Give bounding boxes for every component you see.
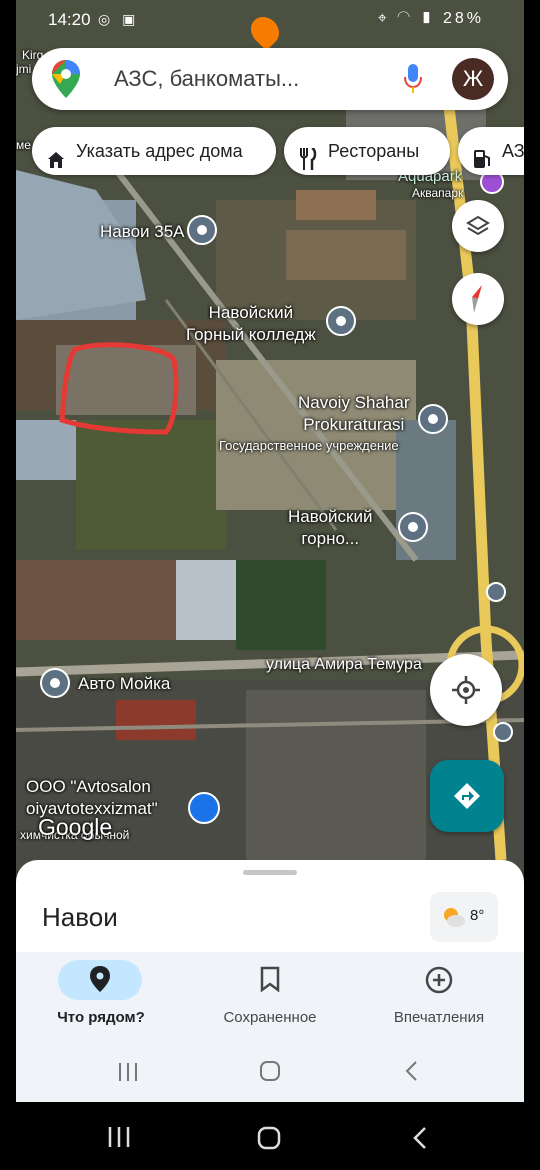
location-pin-icon (90, 966, 110, 997)
tab-label: Сохраненное (223, 1009, 317, 1026)
search-placeholder[interactable]: АЗС, банкоматы... (114, 66, 299, 92)
tab-contribute[interactable]: Впечатления (354, 952, 524, 1042)
government-building-icon[interactable] (418, 404, 448, 434)
recent-apps-icon[interactable] (117, 1062, 139, 1087)
status-time: 14:20 (48, 10, 91, 29)
map-label-me: ме (16, 138, 31, 152)
chip-label: АЗС (502, 141, 524, 161)
tab-saved[interactable]: Сохраненное (185, 952, 355, 1042)
weather-chip[interactable]: 8° (430, 892, 498, 942)
chip-label: Указать адрес дома (76, 141, 243, 161)
compass-icon (466, 283, 490, 320)
notification-icons: ◎ ▣ (98, 11, 140, 27)
directions-button[interactable] (430, 760, 504, 832)
device-navigation-bar (0, 1102, 540, 1170)
chip-gas-stations[interactable]: АЗС (458, 127, 524, 175)
signal-icon: ▮ (420, 10, 436, 27)
place-pin-icon[interactable] (40, 668, 70, 698)
search-bar[interactable]: АЗС, банкоматы... Ж (32, 48, 508, 110)
map-label-gorny-college[interactable]: Навойский Горный колледж (186, 302, 316, 346)
app-screen: Kirg jmi ме Aquapark Аквапарк Навои 35А … (16, 0, 524, 1102)
map-label-gos-uchr: Государственное учреждение (219, 438, 399, 453)
tab-label: Впечатления (393, 1009, 485, 1026)
compass-button[interactable] (452, 273, 504, 325)
map-label-jmi: jmi (16, 62, 32, 76)
my-location-button[interactable] (430, 654, 502, 726)
maps-logo-icon (52, 60, 80, 103)
crosshair-icon (452, 676, 480, 709)
bookmark-icon (260, 966, 280, 997)
place-pin-icon[interactable] (398, 512, 428, 542)
home-nav-icon[interactable] (259, 1060, 281, 1087)
shopping-bag-icon[interactable] (188, 792, 220, 824)
back-icon[interactable] (412, 1126, 428, 1155)
partly-cloudy-icon (442, 906, 466, 933)
bus-stop-icon[interactable] (493, 722, 513, 742)
microphone-icon[interactable] (404, 64, 422, 99)
chip-restaurants[interactable]: Рестораны (284, 127, 450, 175)
place-pin-icon[interactable] (187, 215, 217, 245)
recent-apps-icon[interactable] (107, 1126, 131, 1153)
map-label-street: улица Амира Темура (266, 656, 422, 673)
drag-handle[interactable] (243, 870, 297, 875)
layers-icon (466, 214, 490, 243)
map-label-navoi-35a[interactable]: Навои 35А (100, 222, 185, 242)
wifi-icon: ◠ (397, 10, 413, 27)
inner-system-nav (16, 1042, 524, 1102)
status-bar: 14:20 ◎ ▣ ⌖ ◠ ▮ 28% (16, 8, 524, 32)
avatar[interactable]: Ж (452, 58, 494, 100)
home-nav-icon[interactable] (257, 1126, 281, 1155)
location-icon: ⌖ (377, 10, 390, 27)
bottom-navigation: Что рядом? Сохраненное Впечатления (16, 952, 524, 1042)
layers-button[interactable] (452, 200, 504, 252)
school-icon[interactable] (326, 306, 356, 336)
add-circle-icon (425, 966, 453, 999)
directions-icon (452, 781, 482, 816)
map-label-prokuratura[interactable]: Navoiy Shahar Prokuraturasi (298, 392, 410, 436)
chip-label: Рестораны (328, 141, 420, 161)
temperature: 8° (470, 907, 485, 924)
tab-label: Что рядом? (57, 1009, 145, 1026)
home-icon (46, 140, 66, 175)
chip-home-address[interactable]: Указать адрес дома (32, 127, 276, 175)
place-name: Навои (42, 902, 118, 932)
gas-station-icon (472, 140, 492, 175)
map-label-aquapark-ru: Аквапарк (412, 186, 464, 200)
back-icon[interactable] (404, 1060, 418, 1087)
bus-stop-icon[interactable] (486, 582, 506, 602)
battery-level: 28% (442, 10, 484, 27)
google-logo: Google (38, 814, 113, 840)
status-right: ⌖ ◠ ▮ 28% (378, 10, 484, 28)
tab-explore[interactable]: Что рядом? (16, 952, 186, 1042)
restaurant-icon (298, 140, 318, 175)
map-label-auto-moyka[interactable]: Авто Мойка (78, 674, 170, 694)
map-label-navoi-gorno[interactable]: Навойский горно... (288, 506, 372, 550)
